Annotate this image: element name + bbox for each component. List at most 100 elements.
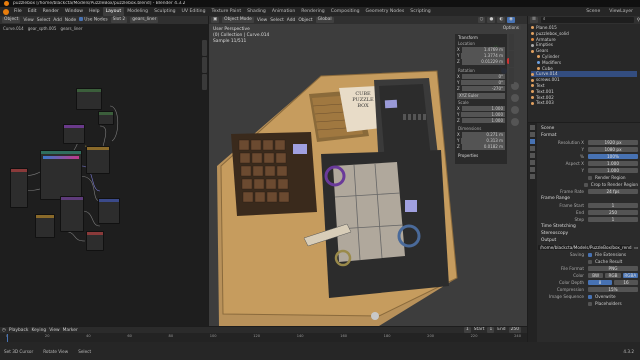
node-principled-bsdf[interactable] — [40, 150, 82, 200]
color-rgb-button[interactable]: RGB — [605, 272, 621, 279]
format-section-header[interactable]: Format — [538, 132, 638, 139]
rotation-x-field[interactable]: 0° — [461, 73, 505, 79]
compression-slider[interactable]: 15% — [588, 286, 638, 293]
tab-rendering[interactable]: Rendering — [298, 7, 327, 16]
properties-editor[interactable]: Scene Format Resolution X 1920 px Y 1080 p… — [528, 123, 640, 342]
timeline-ruler[interactable]: 020406080100120140160180200220240 — [0, 334, 527, 341]
frame-start-field[interactable]: 1 — [588, 202, 638, 209]
sidebar-tab-view[interactable] — [202, 74, 207, 90]
menu-edit[interactable]: Edit — [25, 7, 40, 16]
tab-shading[interactable]: Shading — [244, 7, 269, 16]
color-rgba-button[interactable]: RGBA — [622, 272, 638, 279]
blender-menu-icon[interactable] — [3, 8, 9, 15]
folder-icon[interactable]: ▭ — [634, 245, 638, 250]
depth-8-button[interactable]: 8 — [588, 279, 612, 286]
dim-z-field[interactable]: 0.0182 m — [461, 144, 505, 150]
overwrite-checkbox[interactable] — [588, 294, 592, 299]
scene-tab-icon[interactable] — [530, 153, 535, 158]
n-panel-transform-title[interactable]: Transform — [455, 34, 507, 41]
node-bump[interactable] — [98, 198, 120, 224]
rotation-mode-dropdown[interactable]: XYZ Euler — [457, 93, 505, 99]
node-noise-texture[interactable] — [35, 214, 55, 238]
frame-range-section-header[interactable]: Frame Range — [538, 195, 638, 202]
stereoscopy-section-header[interactable]: Stereoscopy — [538, 230, 638, 237]
view-layer-tab-icon[interactable] — [530, 146, 535, 151]
aspect-y-field[interactable]: 1.000 — [588, 167, 638, 174]
menu-file[interactable]: File — [11, 7, 25, 16]
start-frame-field[interactable]: 1 — [487, 327, 495, 333]
aspect-x-field[interactable]: 1.000 — [588, 160, 638, 167]
render-tab-icon[interactable] — [530, 132, 535, 137]
outliner-type-icon[interactable]: ☰ — [530, 17, 538, 23]
output-path-input[interactable]: /home/blackcta/Models/PuzzleBox/box_rend… — [538, 244, 633, 251]
world-tab-icon[interactable] — [530, 160, 535, 165]
playback-menu[interactable]: Playback — [9, 328, 29, 333]
output-tab-icon[interactable] — [530, 139, 535, 144]
frame-end-field[interactable]: 250 — [588, 209, 638, 216]
object-tab-icon[interactable] — [530, 167, 535, 172]
time-stretching-section-header[interactable]: Time Stretching — [538, 223, 638, 230]
keying-menu[interactable]: Keying — [31, 328, 46, 333]
outliner[interactable]: ☰ ⌕ ⚲ Plane.015 puzzlebox_solid Armature… — [528, 16, 640, 122]
resolution-percent-field[interactable]: 100% — [588, 153, 638, 160]
outliner-item[interactable]: Text.003 — [531, 100, 637, 106]
dim-x-field[interactable]: 0.271 m — [461, 132, 505, 138]
output-section-header[interactable]: Output — [538, 237, 638, 244]
node-image-texture[interactable] — [86, 146, 110, 174]
location-y-field[interactable]: 1.3774 m — [461, 53, 505, 59]
tab-modeling[interactable]: Modeling — [124, 7, 151, 16]
depth-16-button[interactable]: 16 — [614, 279, 638, 286]
camera-view-icon[interactable] — [511, 106, 519, 114]
frame-rate-dropdown[interactable]: 24 fps — [588, 188, 638, 195]
menu-help[interactable]: Help — [86, 7, 102, 16]
resolution-y-field[interactable]: 1080 px — [588, 146, 638, 153]
location-x-field[interactable]: 1.4769 m — [461, 47, 505, 53]
tab-scripting[interactable]: Scripting — [407, 7, 433, 16]
scale-x-field[interactable]: 1.000 — [461, 105, 505, 111]
sidebar-tab-node[interactable] — [202, 40, 207, 56]
file-format-dropdown[interactable]: PNG — [588, 265, 638, 272]
frame-step-field[interactable]: 1 — [588, 216, 638, 223]
outliner-search-input[interactable]: ⌕ — [540, 17, 634, 23]
timeline-view-menu[interactable]: View — [49, 328, 59, 333]
node-group[interactable] — [76, 88, 102, 110]
sidebar-tab-tool[interactable] — [202, 57, 207, 73]
tab-animation[interactable]: Animation — [269, 7, 298, 16]
file-extensions-checkbox[interactable] — [588, 252, 592, 257]
tool-tab-icon[interactable] — [530, 125, 535, 130]
crop-region-checkbox[interactable] — [584, 182, 588, 187]
tab-layout[interactable]: Layout — [102, 7, 125, 16]
grid-icon[interactable] — [511, 118, 519, 126]
node-mix[interactable] — [63, 124, 85, 144]
node-color-ramp[interactable] — [60, 196, 84, 232]
tab-tool[interactable] — [509, 51, 514, 67]
placeholders-checkbox[interactable] — [588, 301, 592, 306]
tab-sculpting[interactable]: Sculpting — [151, 7, 178, 16]
node-math[interactable] — [98, 111, 114, 125]
menu-window[interactable]: Window — [62, 7, 86, 16]
scale-z-field[interactable]: 1.000 — [461, 117, 505, 123]
color-bw-button[interactable]: BW — [588, 272, 604, 279]
view-layer-selector[interactable]: ViewLayer — [606, 7, 636, 16]
end-frame-field[interactable]: 250 — [508, 327, 521, 333]
tab-geometry-nodes[interactable]: Geometry Nodes — [363, 7, 408, 16]
node-texture-coordinate[interactable] — [10, 168, 28, 208]
pan-hand-icon[interactable] — [511, 94, 519, 102]
tab-uv-editing[interactable]: UV Editing — [179, 7, 209, 16]
node-material-output[interactable] — [86, 231, 104, 251]
tab-compositing[interactable]: Compositing — [328, 7, 363, 16]
node-editor[interactable]: Object View Select Add Node Use Nodes Sl… — [0, 16, 208, 326]
cache-result-checkbox[interactable] — [588, 259, 592, 264]
rotation-y-field[interactable]: 0° — [461, 79, 505, 85]
render-region-checkbox[interactable] — [588, 175, 592, 180]
rotation-z-field[interactable]: -270° — [461, 85, 505, 91]
scene-selector[interactable]: Scene — [583, 7, 603, 16]
current-frame-field[interactable]: 1 — [463, 327, 471, 333]
tab-texture-paint[interactable]: Texture Paint — [209, 7, 245, 16]
3d-viewport[interactable]: ▣ Object Mode View Select Add Object Glo… — [209, 16, 527, 326]
tab-view[interactable] — [509, 68, 514, 84]
tab-item[interactable] — [509, 34, 514, 50]
marker-menu[interactable]: Marker — [63, 328, 78, 333]
properties-subpanel[interactable]: Properties — [455, 153, 507, 158]
dim-y-field[interactable]: 0.313 m — [461, 138, 505, 144]
